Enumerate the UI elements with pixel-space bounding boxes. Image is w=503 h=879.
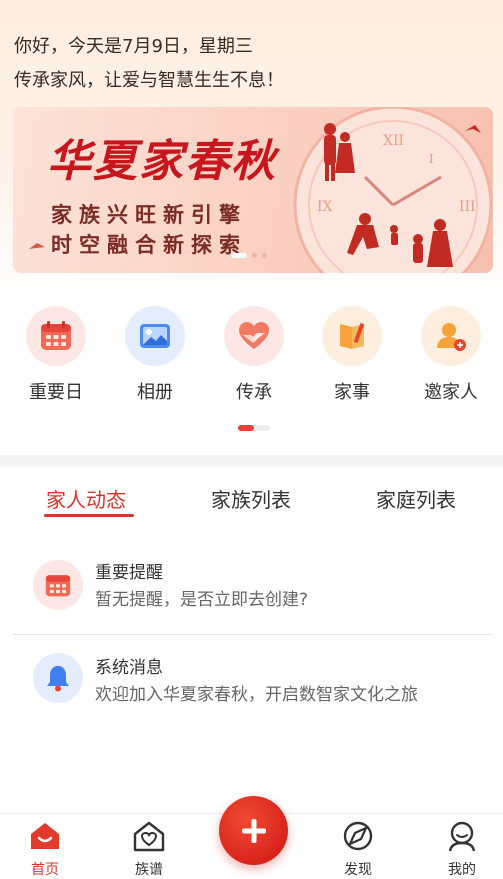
quick-action-invite[interactable]: 邀家人	[411, 306, 491, 404]
banner-dot-active	[231, 253, 247, 258]
greeting-date: 你好，今天是7月9日，星期三	[14, 36, 253, 57]
heart-hands-icon	[224, 306, 284, 366]
nav-home[interactable]: 首页	[10, 818, 80, 879]
greeting-slogan: 传承家风，让爱与智慧生生不息！	[14, 70, 284, 91]
create-button[interactable]	[219, 796, 288, 865]
banner-subtitle-2: 时空融合新探索	[51, 233, 247, 257]
message-important-reminder[interactable]: 重要提醒 暂无提醒，是否立即去创建?	[13, 543, 493, 631]
greeting: 你好，今天是7月9日，星期三 传承家风，让爱与智慧生生不息！	[14, 30, 284, 98]
banner-pagination	[231, 253, 267, 258]
invite-user-icon	[421, 306, 481, 366]
quick-action-family-affairs[interactable]: 家事	[312, 306, 392, 404]
quick-action-label: 相册	[137, 382, 173, 403]
svg-text:III: III	[459, 199, 476, 215]
calendar-icon	[33, 560, 83, 610]
svg-text:IX: IX	[317, 199, 333, 215]
quick-action-label: 传承	[236, 382, 272, 403]
pager-active	[238, 425, 254, 431]
nav-family-tree[interactable]: 族谱	[114, 818, 184, 879]
profile-icon	[444, 818, 480, 854]
promo-banner[interactable]: XII III IX I 华夏家春秋 家族兴旺新引擎 时空融合新探索	[13, 107, 493, 273]
quick-action-heritage[interactable]: 传承	[214, 306, 294, 404]
quick-actions: 重要日 相册 传承 家事 邀家人	[0, 306, 503, 406]
quick-action-label: 邀家人	[424, 382, 478, 403]
svg-text:XII: XII	[383, 133, 404, 149]
calendar-icon	[26, 306, 86, 366]
banner-dot	[262, 253, 267, 258]
quick-action-album[interactable]: 相册	[115, 306, 195, 404]
tab-family-updates[interactable]: 家人动态	[46, 484, 126, 513]
message-system[interactable]: 系统消息 欢迎加入华夏家春秋，开启数智家文化之旅	[13, 634, 493, 722]
banner-subtitle-1: 家族兴旺新引擎	[51, 203, 247, 227]
tab-household-list[interactable]: 家庭列表	[376, 484, 456, 513]
bell-icon	[33, 653, 83, 703]
feed-tabs: 家人动态 家族列表 家庭列表	[0, 470, 503, 520]
quick-actions-pager	[238, 425, 270, 431]
message-text: 欢迎加入华夏家春秋，开启数智家文化之旅	[95, 685, 418, 705]
discover-icon	[340, 818, 376, 854]
nav-discover[interactable]: 发现	[323, 818, 393, 879]
nav-profile[interactable]: 我的	[427, 818, 497, 879]
nav-label: 族谱	[135, 862, 163, 878]
quick-action-important-days[interactable]: 重要日	[16, 306, 96, 404]
banner-dot	[252, 253, 257, 258]
section-divider	[0, 455, 503, 467]
message-title: 重要提醒	[95, 563, 163, 583]
svg-text:I: I	[429, 152, 434, 166]
family-tree-icon	[131, 818, 167, 854]
tab-clan-list[interactable]: 家族列表	[211, 484, 291, 513]
message-text: 暂无提醒，是否立即去创建?	[95, 590, 309, 610]
clock-family-illustration: XII III IX I	[293, 107, 493, 273]
photo-album-icon	[125, 306, 185, 366]
plus-icon	[241, 818, 266, 843]
nav-label: 我的	[448, 862, 476, 878]
bird-icon	[29, 243, 45, 249]
home-icon	[27, 818, 63, 854]
nav-label: 发现	[344, 862, 372, 878]
banner-title: 华夏家春秋	[47, 136, 277, 187]
active-tab-indicator	[44, 514, 134, 517]
quick-action-label: 重要日	[29, 382, 83, 403]
quick-action-label: 家事	[334, 382, 370, 403]
message-title: 系统消息	[95, 658, 163, 678]
book-pencil-icon	[322, 306, 382, 366]
nav-label: 首页	[31, 862, 59, 878]
